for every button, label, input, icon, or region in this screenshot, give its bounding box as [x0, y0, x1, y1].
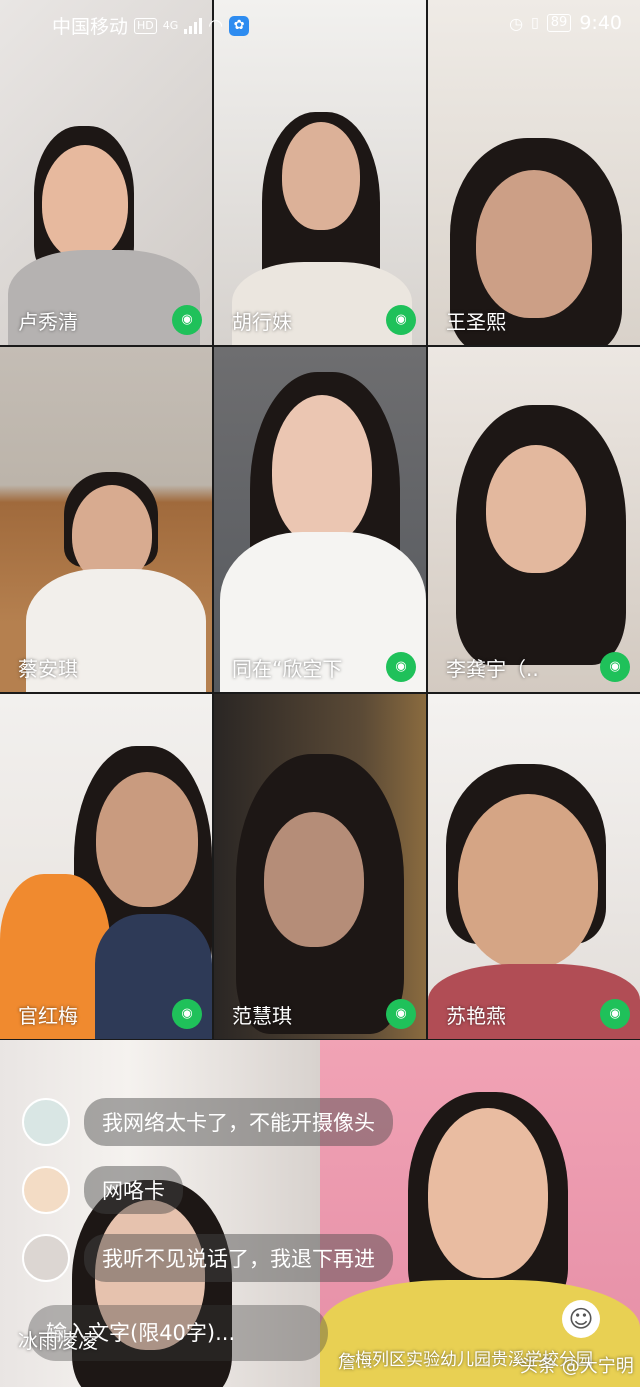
video-tile[interactable] — [320, 1040, 640, 1387]
wifi-icon: ◠ — [208, 15, 224, 36]
video-tile[interactable]: 蔡安琪 — [0, 347, 212, 692]
app-icon: ✿ — [229, 15, 250, 36]
participant-name: 官红梅 — [18, 1004, 78, 1028]
chat-bubble: 网咯卡 — [84, 1166, 183, 1214]
vibrate-icon: ▯ — [531, 15, 539, 31]
video-grid: 卢秀清 ◉ 胡行妹 ◉ 王圣熙 蔡安琪 同在“欣空下 ◉ 李龚宇（.. ◉ 官红… — [0, 0, 640, 1040]
speaker-icon: ◉ — [600, 999, 630, 1029]
speaker-icon: ◉ — [172, 305, 202, 335]
clock: 9:40 — [579, 12, 622, 34]
participant-name: 蔡安琪 — [18, 657, 78, 681]
speaker-icon: ◉ — [172, 999, 202, 1029]
signal-icon — [184, 17, 203, 34]
carrier-label: 中国移动 — [52, 16, 129, 38]
watermark-source: 头条 @大宁明 — [520, 1356, 634, 1377]
chat-message: 网咯卡 — [22, 1166, 183, 1214]
participant-name: 苏艳燕 — [446, 1004, 506, 1028]
speaker-icon: ◉ — [386, 999, 416, 1029]
speaker-icon: ◉ — [386, 305, 416, 335]
chat-message: 我网络太卡了，不能开摄像头 — [22, 1098, 393, 1146]
video-tile[interactable]: 官红梅 ◉ — [0, 694, 212, 1039]
video-tile[interactable]: 胡行妹 ◉ — [214, 0, 426, 345]
participant-name: 同在“欣空下 — [232, 657, 343, 681]
video-tile[interactable]: 苏艳燕 ◉ — [428, 694, 640, 1039]
video-tile[interactable]: 王圣熙 — [428, 0, 640, 345]
chat-message: 我听不见说话了，我退下再进 — [22, 1234, 393, 1282]
chat-bubble: 我听不见说话了，我退下再进 — [84, 1234, 393, 1282]
video-tile[interactable]: 同在“欣空下 ◉ — [214, 347, 426, 692]
avatar — [22, 1098, 70, 1146]
participant-name: 冰雨凌凌 — [18, 1329, 98, 1353]
video-tile[interactable]: 范慧琪 ◉ — [214, 694, 426, 1039]
hd-badge: HD — [134, 17, 157, 34]
video-tile[interactable]: 卢秀清 ◉ — [0, 0, 212, 345]
video-tile[interactable]: 李龚宇（.. ◉ — [428, 347, 640, 692]
status-bar: 中国移动 HD 4G ◠ ✿ ◷ ▯ 89 9:40 — [0, 0, 640, 48]
alarm-icon: ◷ — [509, 13, 524, 33]
participant-name: 王圣熙 — [446, 310, 506, 334]
avatar — [22, 1234, 70, 1282]
participant-name: 卢秀清 — [18, 310, 78, 334]
participant-name: 李龚宇（.. — [446, 657, 539, 681]
speaker-icon: ◉ — [386, 652, 416, 682]
chat-bubble: 我网络太卡了，不能开摄像头 — [84, 1098, 393, 1146]
participant-name: 范慧琪 — [232, 1004, 292, 1028]
avatar — [22, 1166, 70, 1214]
emoji-button[interactable]: ☺ — [562, 1300, 600, 1338]
speaker-icon: ◉ — [600, 652, 630, 682]
participant-name: 胡行妹 — [232, 310, 292, 334]
battery-indicator: 89 — [546, 14, 572, 32]
network-type: 4G — [162, 19, 179, 32]
